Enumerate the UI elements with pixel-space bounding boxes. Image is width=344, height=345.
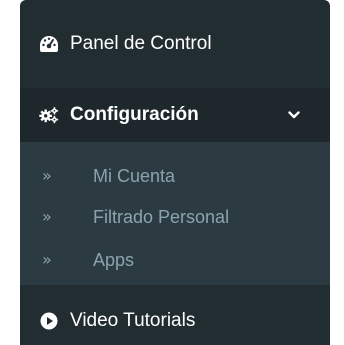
- submenu-item-label: Apps: [93, 249, 135, 270]
- sidebar: Panel de Control Configuración » Mi Cuen…: [20, 0, 330, 345]
- submenu-item-apps[interactable]: » Apps: [20, 245, 330, 275]
- submenu-item-label: Mi Cuenta: [93, 165, 176, 186]
- double-chevron-right-icon: »: [42, 166, 52, 185]
- chevron-down-icon[interactable]: [287, 108, 301, 122]
- sidebar-item-video-tutorials[interactable]: Video Tutorials: [20, 297, 330, 345]
- tachometer-icon: [39, 34, 59, 54]
- sidebar-item-label: Video Tutorials: [70, 310, 196, 331]
- configuracion-submenu: » Mi Cuenta » Filtrado Personal » Apps: [20, 142, 330, 285]
- sidebar-item-panel-de-control[interactable]: Panel de Control: [20, 20, 330, 68]
- play-circle-icon: [39, 311, 59, 331]
- submenu-item-label: Filtrado Personal: [93, 206, 230, 227]
- cogs-icon: [39, 105, 59, 125]
- double-chevron-right-icon: »: [42, 250, 52, 269]
- submenu-item-mi-cuenta[interactable]: » Mi Cuenta: [20, 161, 330, 191]
- double-chevron-right-icon: »: [42, 207, 52, 226]
- sidebar-item-label: Panel de Control: [70, 33, 212, 54]
- sidebar-item-configuracion[interactable]: Configuración: [20, 88, 330, 142]
- sidebar-item-label: Configuración: [70, 104, 199, 125]
- submenu-item-filtrado-personal[interactable]: » Filtrado Personal: [20, 202, 330, 232]
